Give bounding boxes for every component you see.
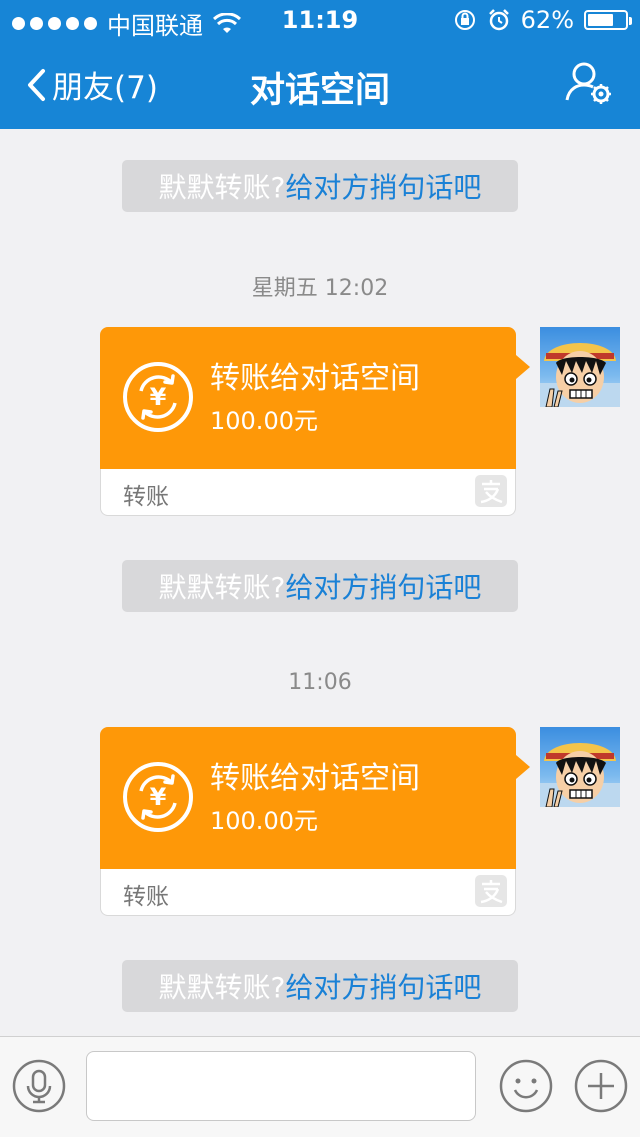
yuan-coin-icon: ¥ [123, 762, 193, 832]
avatar[interactable] [540, 327, 620, 407]
voice-button[interactable] [12, 1059, 66, 1117]
message-input[interactable] [86, 1051, 476, 1121]
prompt-link[interactable]: 给对方捎句话吧 [285, 966, 481, 1006]
chat-settings-button[interactable] [564, 60, 612, 110]
user-settings-icon [565, 62, 611, 104]
transfer-footer-label: 转账 [123, 484, 169, 510]
transfer-card-top: ¥ 转账给对话空间 100.00元 [100, 327, 530, 469]
transfer-message[interactable]: ¥ 转账给对话空间 100.00元 转账 [100, 327, 530, 517]
page-title: 对话空间 [249, 71, 390, 111]
transfer-card-top: ¥ 转账给对话空间 100.00元 [100, 727, 530, 869]
transfer-amount: 100.00元 [210, 407, 318, 435]
transfer-card-footer: 转账 [100, 469, 516, 516]
more-button[interactable] [574, 1059, 628, 1117]
status-bar: 中国联通 11:19 62% [0, 0, 640, 40]
navigation-bar: 朋友(7) 对话空间 [0, 40, 640, 129]
transfer-card-footer: 转账 [100, 869, 516, 916]
add-message-prompt[interactable]: 默默转账? 给对方捎句话吧 [122, 960, 518, 1012]
transfer-title: 转账给对话空间 [210, 361, 420, 396]
svg-text:¥: ¥ [150, 783, 167, 811]
prompt-text: 默默转账? [158, 171, 286, 204]
svg-text:¥: ¥ [150, 383, 167, 411]
battery-icon [584, 10, 632, 30]
avatar[interactable] [540, 727, 620, 807]
battery-percent: 62% [520, 6, 574, 34]
status-right: 62% [453, 6, 632, 34]
message-timestamp: 11:06 [288, 670, 352, 695]
transfer-amount: 100.00元 [210, 807, 318, 835]
microphone-icon [12, 1059, 66, 1113]
luffy-avatar-image [540, 343, 620, 407]
add-message-prompt[interactable]: 默默转账? 给对方捎句话吧 [122, 560, 518, 612]
add-message-prompt[interactable]: 默默转账? 给对方捎句话吧 [122, 160, 518, 212]
alipay-icon [475, 875, 507, 907]
rotation-lock-icon [454, 10, 475, 30]
input-bar [0, 1036, 640, 1137]
alipay-icon [475, 475, 507, 507]
plus-icon [574, 1059, 628, 1113]
smiley-icon [499, 1059, 553, 1113]
transfer-title: 转账给对话空间 [210, 761, 420, 796]
emoji-button[interactable] [499, 1059, 553, 1117]
prompt-link[interactable]: 给对方捎句话吧 [285, 166, 481, 206]
transfer-footer-label: 转账 [123, 884, 169, 910]
transfer-message[interactable]: ¥ 转账给对话空间 100.00元 转账 [100, 727, 530, 917]
message-timestamp: 星期五 12:02 [251, 276, 389, 301]
top-bar: 中国联通 11:19 62% 朋友(7) 对话空间 [0, 0, 640, 129]
prompt-link[interactable]: 给对方捎句话吧 [285, 566, 481, 606]
luffy-avatar-image [540, 743, 620, 807]
alarm-icon [488, 9, 509, 31]
prompt-text: 默默转账? [158, 971, 286, 1004]
yuan-coin-icon: ¥ [123, 362, 193, 432]
prompt-text: 默默转账? [158, 571, 286, 604]
